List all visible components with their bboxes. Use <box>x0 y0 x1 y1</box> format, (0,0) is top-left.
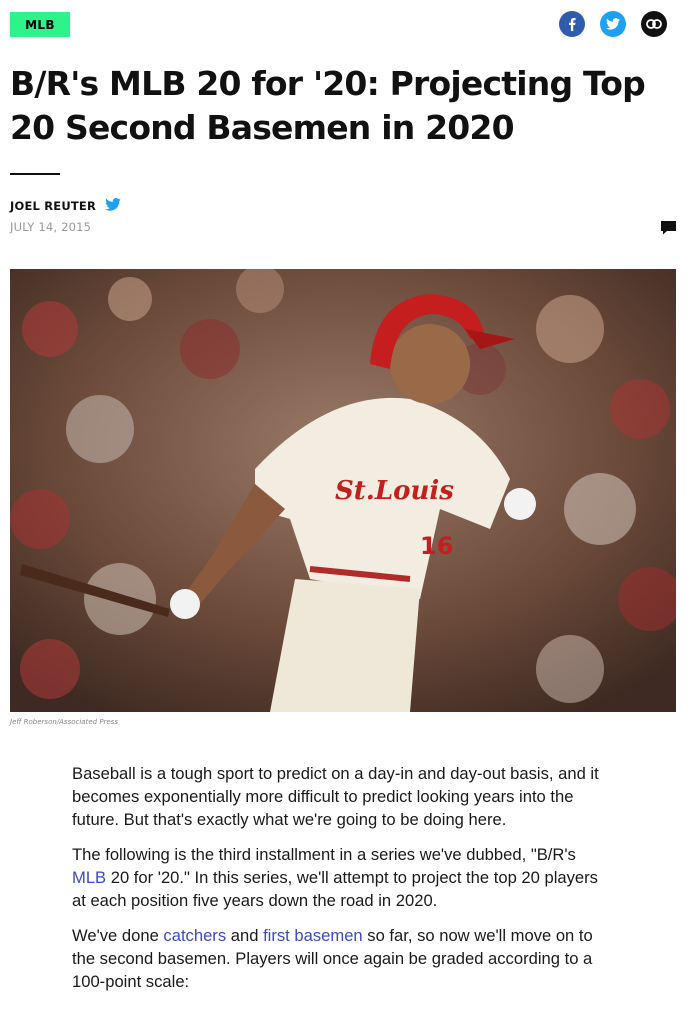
author-byline: JOEL REUTER <box>10 198 121 214</box>
twitter-icon <box>606 18 620 30</box>
article-title: B/R's MLB 20 for '20: Projecting Top 20 … <box>10 64 646 147</box>
hero-image: St.Louis 16 <box>10 269 676 712</box>
paragraph-3: We've done catchers and first basemen so… <box>72 926 593 991</box>
image-credit: Jeff Roberson/Associated Press <box>10 718 119 726</box>
link-icon <box>646 19 662 29</box>
publish-date: JULY 14, 2015 <box>10 220 92 234</box>
copy-link-button[interactable] <box>641 11 667 37</box>
title-divider <box>10 173 60 175</box>
twitter-share-button[interactable] <box>600 11 626 37</box>
paragraph-1: Baseball is a tough sport to predict on … <box>72 764 599 829</box>
category-tag[interactable]: MLB <box>10 12 70 37</box>
svg-text:16: 16 <box>420 532 453 560</box>
facebook-share-button[interactable] <box>559 11 585 37</box>
first-basemen-link[interactable]: first basemen <box>263 926 363 945</box>
author-name[interactable]: JOEL REUTER <box>10 199 96 213</box>
mlb-link[interactable]: MLB <box>72 868 106 887</box>
catchers-link[interactable]: catchers <box>163 926 226 945</box>
facebook-icon <box>569 18 576 31</box>
paragraph-2: The following is the third installment i… <box>72 845 598 910</box>
svg-text:St.Louis: St.Louis <box>335 476 454 506</box>
twitter-icon[interactable] <box>105 198 121 214</box>
article-body: Baseball is a tough sport to predict on … <box>72 762 612 1005</box>
comment-icon[interactable] <box>660 220 677 239</box>
